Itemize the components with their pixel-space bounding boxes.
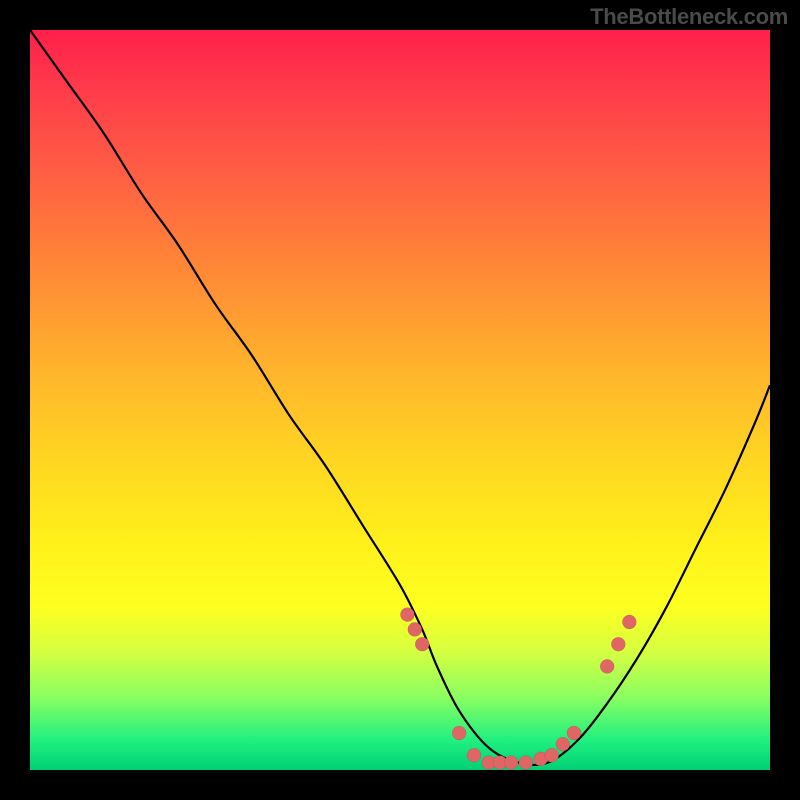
- sample-dot: [504, 756, 518, 770]
- sample-dot: [467, 748, 481, 762]
- sample-dot: [415, 637, 429, 651]
- chart-plot-area: [30, 30, 770, 770]
- chart-svg: [30, 30, 770, 770]
- sample-dot: [400, 608, 414, 622]
- sample-dot: [600, 659, 614, 673]
- sample-dots-group: [400, 608, 636, 770]
- sample-dot: [452, 726, 466, 740]
- sample-dot: [556, 737, 570, 751]
- sample-dot: [408, 622, 422, 636]
- sample-dot: [519, 756, 533, 770]
- sample-dot: [545, 748, 559, 762]
- bottleneck-curve-path: [30, 30, 770, 765]
- sample-dot: [622, 615, 636, 629]
- sample-dot: [567, 726, 581, 740]
- watermark-text: TheBottleneck.com: [590, 4, 788, 30]
- sample-dot: [611, 637, 625, 651]
